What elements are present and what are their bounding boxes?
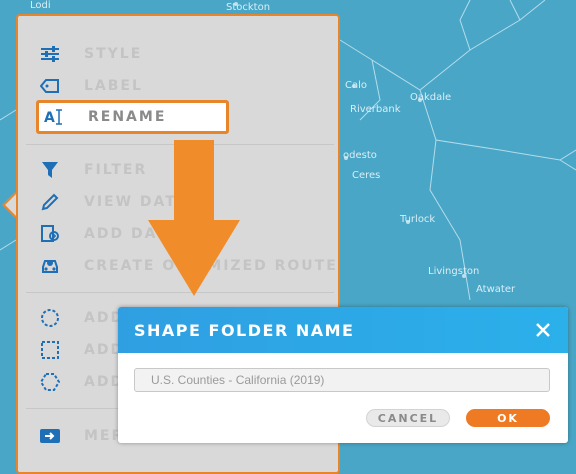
map-place-label: Stockton — [226, 2, 271, 13]
rename-highlight[interactable]: A RENAME — [36, 100, 229, 134]
map-place-label: Calo — [345, 80, 368, 91]
svg-text:A: A — [44, 110, 55, 126]
map-place-label: Livingston — [428, 266, 480, 277]
map-place-label: Riverbank — [350, 104, 401, 115]
map-place-label: Lodi — [30, 0, 51, 11]
menu-item-view-data[interactable]: VIEW DATA — [38, 190, 189, 214]
map-place-label: Oakdale — [410, 92, 452, 103]
menu-item-filter[interactable]: FILTER — [38, 158, 147, 182]
sliders-icon — [38, 44, 62, 64]
menu-item-label: VIEW DATA — [84, 194, 189, 210]
menu-item-create-route[interactable]: CREATE OPTIMIZED ROUTE — [38, 254, 338, 278]
dashed-square-icon — [38, 340, 62, 360]
menu-item-add-box[interactable]: ADD — [38, 338, 124, 362]
menu-item-merge[interactable]: MER — [38, 424, 124, 448]
menu-item-label: FILTER — [84, 162, 148, 178]
close-icon — [536, 323, 550, 337]
map-place-label: odesto — [343, 150, 377, 161]
add-data-icon — [38, 224, 62, 244]
dashed-hexagon-icon — [38, 372, 62, 392]
menu-item-label: CREATE OPTIMIZED ROUTE — [84, 258, 338, 274]
menu-item-label: STYLE — [84, 46, 143, 62]
dashed-circle-icon — [38, 308, 62, 328]
tag-icon — [38, 76, 62, 96]
merge-icon — [38, 426, 62, 446]
ok-button[interactable]: OK — [466, 409, 550, 427]
menu-item-label: LABEL — [84, 78, 143, 94]
map-place-label: Ceres — [352, 170, 381, 181]
menu-item-label-option[interactable]: LABEL — [38, 74, 143, 98]
map-place-label: Atwater — [476, 284, 516, 295]
shape-folder-name-dialog: SHAPE FOLDER NAME CANCEL OK — [118, 307, 568, 443]
pencil-icon — [38, 192, 62, 212]
dialog-title: SHAPE FOLDER NAME — [134, 320, 355, 340]
menu-item-add-radius[interactable]: ADD — [38, 306, 124, 330]
dialog-header: SHAPE FOLDER NAME — [118, 307, 568, 353]
menu-item-rename[interactable]: A RENAME — [42, 105, 166, 129]
map-place-label: Turlock — [400, 214, 436, 225]
close-button[interactable] — [528, 315, 558, 345]
cancel-button[interactable]: CANCEL — [366, 409, 450, 427]
menu-item-add-polygon[interactable]: ADD — [38, 370, 124, 394]
menu-item-label: RENAME — [88, 109, 167, 125]
menu-divider — [26, 144, 334, 145]
route-car-icon — [38, 256, 62, 276]
funnel-icon — [38, 160, 62, 180]
menu-divider — [26, 292, 334, 293]
menu-item-label: ADD DA — [84, 226, 158, 242]
menu-item-add-data[interactable]: ADD DA — [38, 222, 157, 246]
rename-text-icon: A — [42, 107, 66, 127]
menu-item-style[interactable]: STYLE — [38, 42, 142, 66]
folder-name-input[interactable] — [134, 368, 550, 392]
